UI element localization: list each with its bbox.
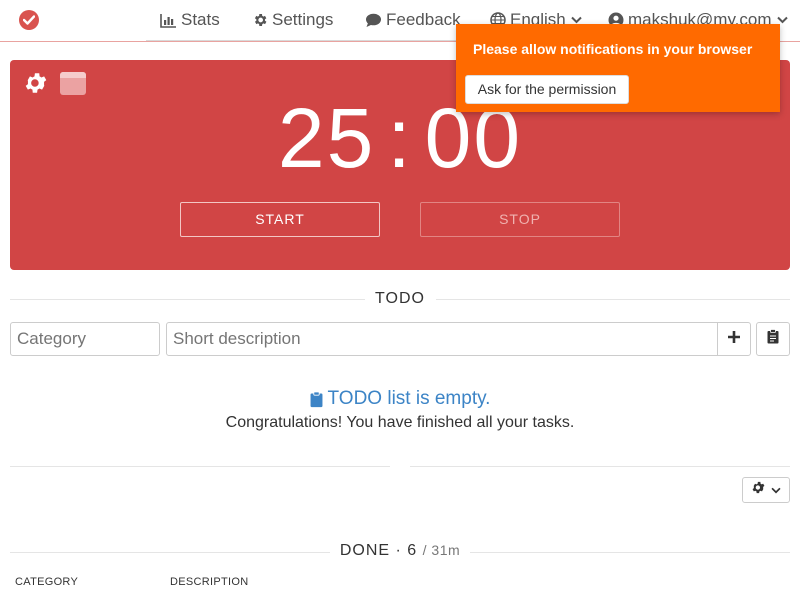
stop-button[interactable]: STOP (420, 202, 620, 237)
bar-chart-icon (160, 13, 177, 28)
nav-stats-link[interactable]: Stats (160, 9, 220, 31)
todo-empty-subtitle: Congratulations! You have finished all y… (225, 414, 575, 431)
gear-icon (751, 480, 766, 500)
clipboard-icon (767, 329, 779, 349)
nav-settings-link[interactable]: Settings (252, 9, 333, 31)
notification-permission-popup: Please allow notifications in your brows… (456, 24, 780, 112)
add-task-button[interactable] (717, 322, 751, 356)
todo-empty-text: TODO list is empty. (327, 388, 491, 409)
gear-icon (252, 12, 268, 28)
description-input[interactable] (166, 322, 718, 356)
done-dot: · (395, 542, 402, 559)
category-input[interactable] (10, 322, 160, 356)
nav-feedback-label: Feedback (386, 10, 461, 29)
clipboard-button[interactable] (756, 322, 790, 356)
timer-separator: : (387, 91, 413, 185)
notification-message: Please allow notifications in your brows… (473, 41, 753, 57)
todo-title: TODO (375, 290, 425, 307)
done-duration: / 31m (422, 542, 461, 558)
section-divider-right (410, 466, 790, 467)
column-header-category: CATEGORY (15, 576, 79, 588)
comment-icon (365, 13, 382, 28)
done-count: 6 (407, 542, 418, 559)
clipboard-icon (310, 390, 323, 408)
chevron-down-icon (771, 487, 781, 494)
chevron-down-icon (571, 16, 582, 24)
done-label: DONE (339, 542, 391, 559)
done-options-dropdown[interactable] (742, 477, 790, 503)
ask-permission-button[interactable]: Ask for the permission (465, 75, 629, 104)
nav-stats-label: Stats (181, 10, 220, 29)
todo-empty-title: TODO list is empty. (0, 388, 800, 410)
start-button[interactable]: START (180, 202, 380, 237)
nav-feedback-link[interactable]: Feedback (365, 9, 461, 31)
column-header-description: DESCRIPTION (170, 576, 249, 588)
nav-settings-label: Settings (272, 10, 334, 29)
chevron-down-icon (776, 16, 788, 24)
brand-logo-icon[interactable] (19, 10, 39, 30)
done-title: DONE · 6 / 31m (0, 542, 800, 560)
section-divider-left (10, 466, 390, 467)
plus-icon (727, 330, 741, 349)
timer-minutes: 25 (277, 91, 376, 185)
